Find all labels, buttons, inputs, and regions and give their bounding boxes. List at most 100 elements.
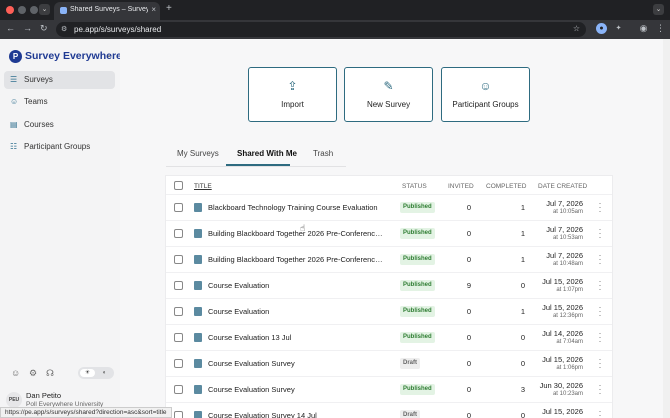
help-icon[interactable]: ☺ [11, 368, 20, 378]
survey-title-link[interactable]: Building Blackboard Together 2026 Pre-Co… [208, 229, 383, 238]
tab-trash[interactable]: Trash [313, 149, 333, 158]
table-row[interactable]: Course Evaluation Survey Draft 0 0 Jul 15, 2… [166, 350, 612, 376]
new-survey-button[interactable]: ✎ New Survey [344, 67, 433, 122]
forward-icon[interactable]: → [23, 23, 32, 33]
row-menu-icon[interactable]: ··· [598, 329, 602, 346]
row-menu-icon[interactable]: ··· [598, 303, 602, 320]
column-header-completed[interactable]: COMPLETED [486, 183, 526, 190]
browser-menu-icon[interactable]: ⋮ [655, 23, 666, 34]
close-window-button[interactable] [6, 6, 14, 14]
survey-doc-icon [194, 255, 202, 264]
table-row[interactable]: Course Evaluation Published 9 0 Jul 15, 2026… [166, 272, 612, 298]
status-badge: Published [400, 332, 435, 343]
table-row[interactable]: Building Blackboard Together 2026 Pre-Co… [166, 220, 612, 246]
bookmark-star-icon[interactable]: ☆ [573, 24, 580, 33]
column-header-date-created[interactable]: DATE CREATED [538, 183, 587, 190]
site-info-icon[interactable]: ⚙ [61, 25, 67, 33]
page-scrollbar[interactable] [663, 39, 670, 418]
survey-doc-icon [194, 203, 202, 212]
row-checkbox[interactable] [174, 281, 183, 290]
table-row[interactable]: Blackboard Technology Training Course Ev… [166, 194, 612, 220]
column-header-status[interactable]: STATUS [402, 183, 427, 190]
row-checkbox[interactable] [174, 229, 183, 238]
sidebar-footer-icons: ☺ ⚙ ☊ ☀ ◐ [9, 367, 119, 380]
row-menu-icon[interactable]: ··· [598, 355, 602, 372]
date-created: Jul 7, 2026 [546, 199, 583, 208]
window-menu-button[interactable]: ⌄ [653, 4, 664, 15]
survey-title-link[interactable]: Building Blackboard Together 2026 Pre-Co… [208, 255, 383, 264]
browser-tab[interactable]: Shared Surveys – Survey Eve × [54, 2, 160, 20]
sidebar-item-surveys[interactable]: ☰ Surveys [4, 71, 115, 89]
date-created: Jun 30, 2026 [539, 381, 583, 390]
theme-toggle[interactable]: ☀ ◐ [78, 367, 114, 379]
completed-count: 1 [520, 203, 525, 212]
row-checkbox[interactable] [174, 359, 183, 368]
extensions-puzzle-icon[interactable]: ✦ [613, 23, 624, 34]
row-checkbox[interactable] [174, 203, 183, 212]
status-badge: Published [400, 384, 435, 395]
invited-count: 9 [466, 281, 471, 290]
table-row[interactable]: Course Evaluation Survey Published 0 3 Jun 3… [166, 376, 612, 402]
survey-title-link[interactable]: Course Evaluation [208, 281, 383, 290]
light-mode-icon[interactable]: ☀ [80, 369, 95, 377]
url-text[interactable]: pe.app/s/surveys/shared [74, 25, 161, 34]
tab-close-icon[interactable]: × [151, 5, 156, 14]
row-menu-icon[interactable]: ··· [598, 277, 602, 294]
tab-search-button[interactable]: ⌄ [39, 4, 50, 15]
survey-title-link[interactable]: Course Evaluation [208, 307, 383, 316]
tab-shared-with-me[interactable]: Shared With Me [237, 149, 297, 158]
import-button[interactable]: ⇪ Import [248, 67, 337, 122]
table-row[interactable]: Course Evaluation Published 0 1 Jul 15, 2026… [166, 298, 612, 324]
sidebar-item-label: Teams [24, 97, 48, 106]
row-checkbox[interactable] [174, 307, 183, 316]
row-menu-icon[interactable]: ··· [598, 407, 602, 418]
row-checkbox[interactable] [174, 333, 183, 342]
participant-groups-button[interactable]: ☺ Participant Groups [441, 67, 530, 122]
extension-icon[interactable]: ● [596, 23, 607, 34]
row-menu-icon[interactable]: ··· [598, 381, 602, 398]
sidebar-item-participant-groups[interactable]: ☷ Participant Groups [4, 138, 115, 156]
sidebar-item-courses[interactable]: ▤ Courses [4, 116, 115, 134]
invited-count: 0 [466, 359, 471, 368]
avatar[interactable]: PEU [6, 392, 22, 408]
row-checkbox[interactable] [174, 411, 183, 418]
back-icon[interactable]: ← [6, 23, 15, 33]
reload-icon[interactable]: ↻ [40, 23, 48, 34]
maximize-window-button[interactable] [30, 6, 38, 14]
survey-title-link[interactable]: Blackboard Technology Training Course Ev… [208, 203, 383, 212]
time-created: at 1:06pm [556, 365, 583, 371]
mouse-cursor-icon: ☝ [300, 223, 306, 233]
chevron-down-icon[interactable]: ⌄ [106, 51, 112, 59]
status-badge: Draft [400, 358, 421, 369]
column-header-title[interactable]: TITLE [194, 183, 212, 190]
brand-logo-icon[interactable]: P [9, 50, 22, 63]
select-all-checkbox[interactable] [174, 181, 183, 190]
row-checkbox[interactable] [174, 385, 183, 394]
support-icon[interactable]: ☊ [46, 368, 54, 379]
row-menu-icon[interactable]: ··· [598, 225, 602, 242]
settings-icon[interactable]: ⚙ [29, 368, 37, 379]
table-row[interactable]: Course Evaluation 13 Jul Published 0 0 Jul 1… [166, 324, 612, 350]
row-menu-icon[interactable]: ··· [598, 251, 602, 268]
survey-title-link[interactable]: Course Evaluation Survey 14 Jul [208, 411, 383, 418]
profile-icon[interactable]: ◉ [638, 23, 649, 34]
minimize-window-button[interactable] [18, 6, 26, 14]
address-bar[interactable]: ⚙ pe.app/s/surveys/shared ☆ [56, 22, 586, 37]
new-tab-button[interactable]: + [166, 3, 172, 14]
user-name[interactable]: Dan Petito [26, 391, 61, 400]
time-created: at 10:48am [552, 261, 583, 267]
table-row[interactable]: Building Blackboard Together 2026 Pre-Co… [166, 246, 612, 272]
column-header-invited[interactable]: INVITED [448, 183, 474, 190]
table-row[interactable]: Course Evaluation Survey 14 Jul Draft 0 0 Ju… [166, 402, 612, 418]
row-menu-icon[interactable]: ··· [598, 199, 602, 216]
time-created: at 7:04am [556, 339, 583, 345]
dark-mode-icon[interactable]: ◐ [97, 369, 112, 377]
survey-title-link[interactable]: Course Evaluation 13 Jul [208, 333, 383, 342]
survey-title-link[interactable]: Course Evaluation Survey [208, 385, 383, 394]
tab-my-surveys[interactable]: My Surveys [177, 149, 219, 158]
row-checkbox[interactable] [174, 255, 183, 264]
status-badge: Published [400, 254, 435, 265]
survey-title-link[interactable]: Course Evaluation Survey [208, 359, 383, 368]
status-badge: Published [400, 228, 435, 239]
sidebar-item-teams[interactable]: ☺ Teams [4, 93, 115, 111]
